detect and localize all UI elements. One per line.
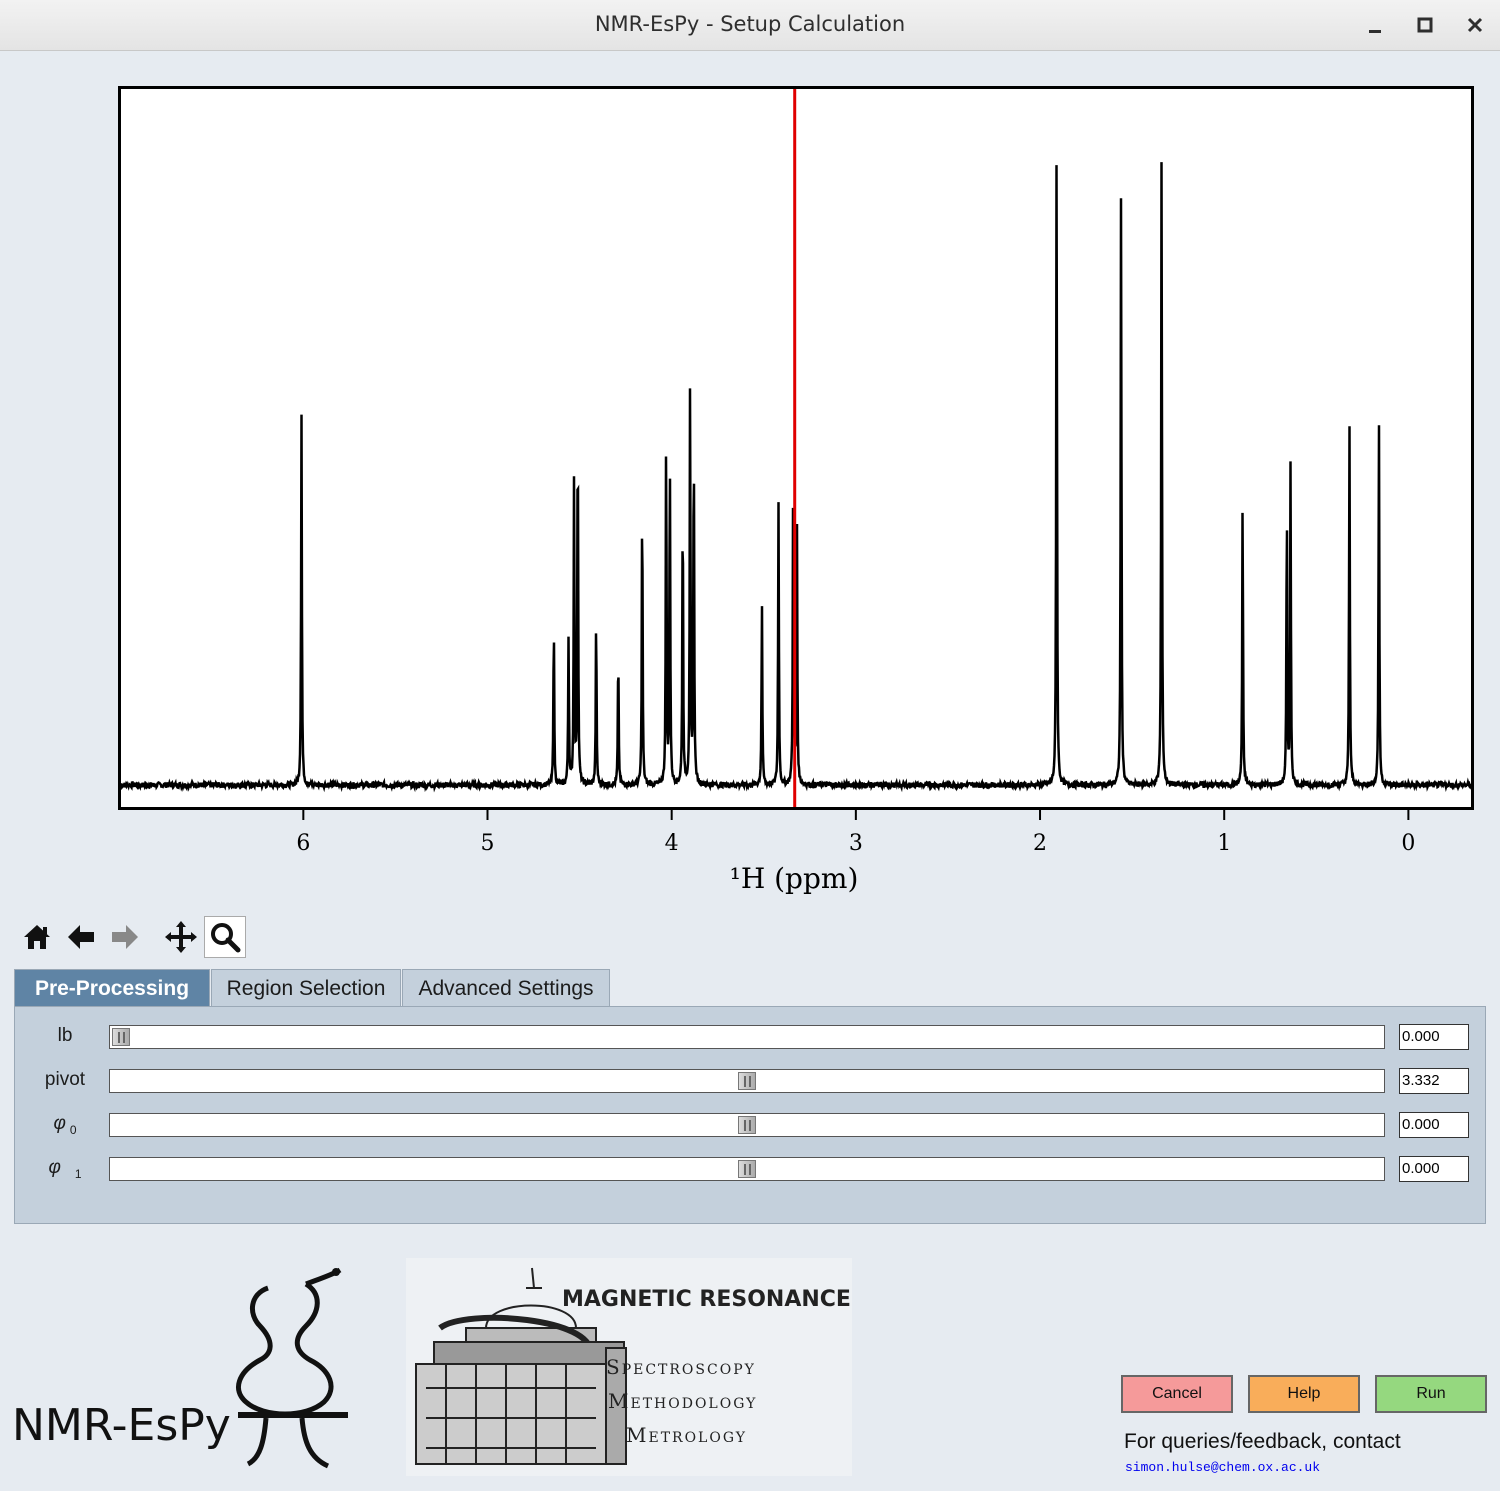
cancel-button[interactable]: Cancel <box>1121 1375 1233 1413</box>
tab-label: Pre-Processing <box>34 976 190 1000</box>
lb-slider[interactable] <box>109 1025 1385 1049</box>
x-tick-label: 6 <box>296 831 310 856</box>
mr-logo-line-1: Spectroscopy <box>606 1355 756 1379</box>
x-tick-label: 3 <box>849 831 863 856</box>
contact-email-link[interactable]: simon.hulse@chem.ox.ac.uk <box>1125 1460 1320 1475</box>
forward-arrow-icon[interactable] <box>104 916 146 958</box>
phi1-slider-thumb[interactable] <box>738 1160 756 1178</box>
x-tick-label: 0 <box>1401 831 1415 856</box>
phi1-label: φ1 <box>48 1157 82 1181</box>
mr-logo-title: MAGNETIC RESONANCE <box>562 1287 851 1312</box>
x-tick-label: 5 <box>481 831 495 856</box>
x-axis: 6 5 4 3 2 1 0 ¹H (ppm) <box>296 810 1415 895</box>
tab-region-selection[interactable]: Region Selection <box>211 969 401 1007</box>
contact-text: For queries/feedback, contact <box>1124 1430 1401 1453</box>
nmr-espy-logo: NMR-EsPy <box>12 1267 348 1469</box>
phi1-value-input[interactable]: 0.000 <box>1399 1156 1469 1182</box>
mr-logo-line-3: Metrology <box>626 1423 747 1447</box>
help-button[interactable]: Help <box>1248 1375 1360 1413</box>
pivot-value-input[interactable]: 3.332 <box>1399 1068 1469 1094</box>
lb-value-input[interactable]: 0.000 <box>1399 1024 1469 1050</box>
x-tick-label: 1 <box>1217 831 1231 856</box>
magnetic-resonance-logo: MAGNETIC RESONANCE Spectroscopy Methodol… <box>406 1258 852 1476</box>
pre-processing-panel: lb 0.000 pivot 3.332 φ0 0.000 φ1 0.000 <box>14 1006 1486 1224</box>
run-button[interactable]: Run <box>1375 1375 1487 1413</box>
nmr-espy-logo-text: NMR-EsPy <box>12 1400 231 1451</box>
tab-label: Region Selection <box>226 976 386 1000</box>
tab-advanced-settings[interactable]: Advanced Settings <box>402 969 610 1007</box>
x-axis-label: ¹H (ppm) <box>730 862 859 895</box>
tab-label: Advanced Settings <box>418 976 594 1000</box>
home-icon[interactable] <box>16 916 58 958</box>
x-tick-label: 4 <box>665 831 679 856</box>
x-tick-label: 2 <box>1033 831 1047 856</box>
mr-logo-line-2: Methodology <box>608 1389 757 1413</box>
pan-icon[interactable] <box>160 916 202 958</box>
pivot-slider[interactable] <box>109 1069 1385 1093</box>
back-arrow-icon[interactable] <box>60 916 102 958</box>
pivot-slider-thumb[interactable] <box>738 1072 756 1090</box>
phi0-value-input[interactable]: 0.000 <box>1399 1112 1469 1138</box>
phi0-slider-thumb[interactable] <box>738 1116 756 1134</box>
tab-pre-processing[interactable]: Pre-Processing <box>14 969 210 1007</box>
zoom-icon[interactable] <box>204 916 246 958</box>
lb-label: lb <box>57 1025 73 1046</box>
phi0-slider[interactable] <box>109 1113 1385 1137</box>
phi0-label: φ0 <box>53 1113 77 1137</box>
phi1-slider[interactable] <box>109 1157 1385 1181</box>
lb-slider-thumb[interactable] <box>112 1028 130 1046</box>
pivot-label: pivot <box>44 1069 86 1090</box>
